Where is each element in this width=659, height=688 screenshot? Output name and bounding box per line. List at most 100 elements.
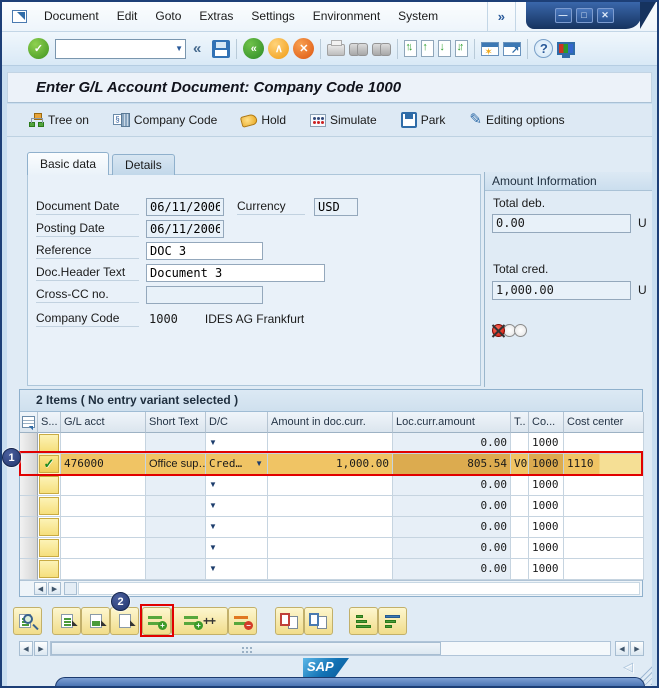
- cell-cost-center[interactable]: 1110: [564, 454, 644, 475]
- save-icon[interactable]: [212, 40, 230, 58]
- tab-details[interactable]: Details: [112, 154, 175, 175]
- duplicate-row-button[interactable]: [275, 607, 304, 635]
- cell-short-text[interactable]: [146, 475, 206, 496]
- cell-cost-center[interactable]: [564, 475, 644, 496]
- cell-tax-code[interactable]: V0: [511, 454, 529, 475]
- cell-amount-doc-curr[interactable]: [268, 475, 393, 496]
- cell-gl-account[interactable]: [61, 559, 146, 580]
- document-date-field[interactable]: [146, 198, 224, 216]
- page-down-icon[interactable]: ↓: [438, 40, 451, 57]
- cell-company-code[interactable]: 1000: [529, 538, 564, 559]
- command-input[interactable]: [56, 41, 168, 57]
- cell-short-text[interactable]: Office sup…: [146, 454, 206, 475]
- cell-company-code[interactable]: 1000: [529, 559, 564, 580]
- select-block-button[interactable]: [81, 607, 110, 635]
- dropdown-arrow-icon[interactable]: ▼: [209, 559, 217, 579]
- copy-rows-button[interactable]: [304, 607, 333, 635]
- park-button[interactable]: Park: [401, 112, 446, 128]
- status-cell[interactable]: ✓: [38, 454, 61, 475]
- cell-amount-doc-curr[interactable]: [268, 496, 393, 517]
- create-shortcut-icon[interactable]: ↗: [503, 42, 521, 56]
- customize-layout-icon[interactable]: [557, 42, 575, 55]
- menu-item-edit[interactable]: Edit: [108, 2, 147, 31]
- row-select-button[interactable]: [20, 454, 38, 475]
- cell-gl-account[interactable]: 476000: [61, 454, 146, 475]
- cell-tax-code[interactable]: [511, 475, 529, 496]
- row-select-button[interactable]: [20, 538, 38, 559]
- command-field[interactable]: ▼: [55, 39, 186, 59]
- cell-amount-doc-curr[interactable]: [268, 433, 393, 454]
- cell-short-text[interactable]: [146, 538, 206, 559]
- simulate-button[interactable]: Simulate: [310, 113, 377, 127]
- screen-scroll-right2-icon[interactable]: ▶: [630, 641, 644, 656]
- minimize-button[interactable]: —: [555, 8, 572, 23]
- menu-item-document[interactable]: Document: [35, 2, 108, 31]
- doc-header-text-field[interactable]: [146, 264, 325, 282]
- back-icon[interactable]: «: [243, 38, 264, 59]
- cell-gl-account[interactable]: [61, 475, 146, 496]
- menu-item-settings[interactable]: Settings: [242, 2, 303, 31]
- cell-cost-center[interactable]: [564, 496, 644, 517]
- cell-debit-credit-dropdown[interactable]: ▼: [206, 517, 268, 538]
- posting-date-field[interactable]: [146, 220, 224, 238]
- row-select-button[interactable]: [20, 559, 38, 580]
- tab-basic-data[interactable]: Basic data: [27, 152, 109, 175]
- tree-on-button[interactable]: Tree on: [29, 113, 89, 127]
- currency-field[interactable]: [314, 198, 358, 216]
- table-scroll-track[interactable]: [78, 582, 640, 595]
- first-page-icon[interactable]: ↑↓: [404, 40, 417, 57]
- maximize-button[interactable]: □: [576, 8, 593, 23]
- cell-gl-account[interactable]: [61, 517, 146, 538]
- table-scroll-thumb[interactable]: [64, 582, 77, 595]
- choose-detail-button[interactable]: [13, 607, 42, 635]
- cell-amount-doc-curr[interactable]: [268, 559, 393, 580]
- editing-options-button[interactable]: ✎ Editing options: [469, 113, 564, 127]
- command-dropdown-icon[interactable]: ▼: [175, 44, 183, 53]
- cell-company-code[interactable]: 1000: [529, 517, 564, 538]
- cancel-icon[interactable]: ✕: [293, 38, 314, 59]
- cell-amount-doc-curr[interactable]: 1,000.00: [268, 454, 393, 475]
- select-all-button[interactable]: [52, 607, 81, 635]
- status-cell[interactable]: [38, 433, 61, 454]
- dropdown-arrow-icon[interactable]: ▼: [209, 496, 217, 516]
- row-select-button[interactable]: [20, 433, 38, 454]
- system-menu-icon[interactable]: [12, 10, 27, 23]
- dropdown-arrow-icon[interactable]: ▼: [209, 475, 217, 495]
- sort-ascending-button[interactable]: [349, 607, 378, 635]
- cell-debit-credit-dropdown[interactable]: ▼: [206, 496, 268, 517]
- status-cell[interactable]: [38, 475, 61, 496]
- exit-icon[interactable]: ∧: [268, 38, 289, 59]
- cell-company-code[interactable]: 1000: [529, 454, 564, 475]
- close-button[interactable]: ✕: [597, 8, 614, 23]
- enter-icon[interactable]: ✓: [28, 38, 49, 59]
- dropdown-arrow-icon[interactable]: ▼: [209, 433, 217, 453]
- screen-scroll-right-icon[interactable]: ▶: [34, 641, 48, 656]
- dropdown-arrow-icon[interactable]: ▼: [209, 517, 217, 537]
- cell-tax-code[interactable]: [511, 538, 529, 559]
- more-menus-button[interactable]: »: [487, 2, 516, 32]
- company-code-button[interactable]: Company Code: [113, 113, 217, 127]
- insert-rows-button[interactable]: +++: [171, 607, 228, 635]
- sort-descending-button[interactable]: [378, 607, 407, 635]
- cell-tax-code[interactable]: [511, 496, 529, 517]
- column-header-amount-doc-curr[interactable]: Amount in doc.curr.: [268, 412, 393, 433]
- cell-company-code[interactable]: 1000: [529, 496, 564, 517]
- page-up-icon[interactable]: ↑: [421, 40, 434, 57]
- column-header-local-curr-amount[interactable]: Loc.curr.amount: [393, 412, 511, 433]
- cell-gl-account[interactable]: [61, 433, 146, 454]
- screen-scroll-thumb[interactable]: [51, 642, 441, 655]
- collapse-icon[interactable]: «: [186, 40, 208, 57]
- cell-debit-credit-dropdown[interactable]: ▼: [206, 433, 268, 454]
- cell-tax-code[interactable]: [511, 559, 529, 580]
- column-header-company-code[interactable]: Co...: [529, 412, 564, 433]
- table-scroll-right-icon[interactable]: ▶: [48, 582, 61, 595]
- table-scroll-left-icon[interactable]: ◀: [34, 582, 47, 595]
- cross-cc-field[interactable]: [146, 286, 263, 304]
- insert-row-button[interactable]: +: [142, 607, 171, 635]
- dropdown-arrow-icon[interactable]: ▼: [255, 454, 263, 474]
- menu-item-goto[interactable]: Goto: [146, 2, 190, 31]
- cell-company-code[interactable]: 1000: [529, 475, 564, 496]
- menu-item-system[interactable]: System: [389, 2, 447, 31]
- last-page-icon[interactable]: ↓↑: [455, 40, 468, 57]
- cell-gl-account[interactable]: [61, 538, 146, 559]
